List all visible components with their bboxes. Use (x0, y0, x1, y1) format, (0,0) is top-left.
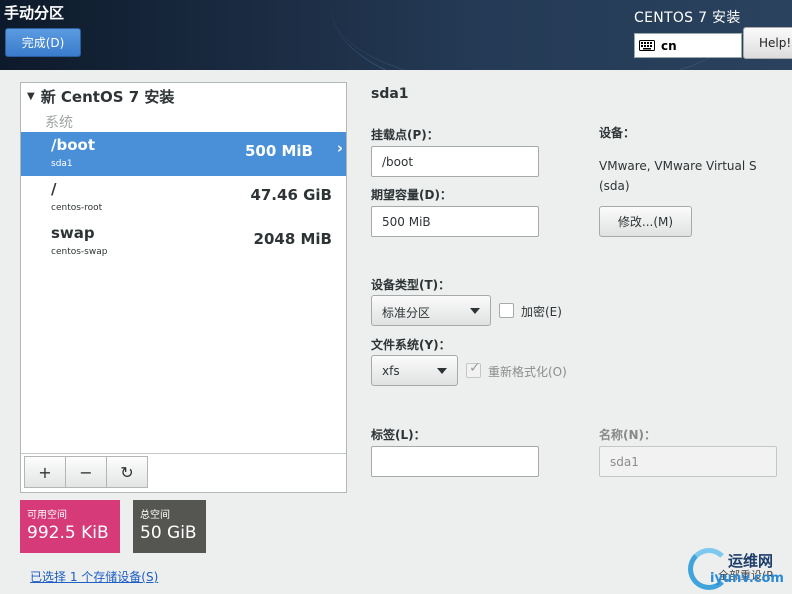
watermark-url: iyunv.com (710, 571, 784, 586)
reformat-label[interactable]: 重新格式化(O) (488, 363, 567, 380)
refresh-button[interactable]: ↻ (106, 456, 148, 488)
desired-capacity-input[interactable]: 500 MiB (371, 206, 539, 237)
mount-point-device: centos-swap (51, 247, 108, 257)
keyboard-layout-indicator[interactable]: cn (634, 33, 742, 58)
dropdown-arrow-icon (437, 368, 447, 374)
minus-icon: − (79, 462, 93, 482)
mount-point-device: sda1 (51, 159, 73, 169)
done-button[interactable]: 完成(D) (5, 28, 81, 57)
site-watermark: 全部重设(R 运维网 iyunv.com (688, 546, 792, 594)
checkmark-icon: ✓ (469, 360, 481, 376)
encrypt-checkbox[interactable] (499, 303, 514, 318)
mount-point-device: centos-root (51, 203, 103, 213)
mount-point-size: 500 MiB (244, 142, 313, 160)
available-space-value: 992.5 KiB (27, 523, 109, 543)
reformat-checkbox[interactable]: ✓ (466, 360, 481, 378)
available-space-label: 可用空间 (27, 510, 67, 521)
category-label: 系统 (45, 115, 73, 131)
mount-point-name: /boot (51, 136, 95, 154)
dropdown-arrow-icon (470, 308, 480, 314)
total-space-value: 50 GiB (140, 523, 197, 543)
device-value-line: (sda) (599, 179, 630, 193)
device-type-value: 标准分区 (382, 306, 431, 320)
watermark-text: 运维网 (728, 552, 774, 570)
mount-point-label: 挂载点(P)： (371, 128, 439, 142)
add-mount-point-button[interactable]: + (24, 456, 66, 488)
spoke-title: 手动分区 (4, 4, 65, 22)
total-space-box: 总空间 50 GiB (133, 500, 206, 553)
mount-point-list-panel: ▼ 新 CentOS 7 安装 系统 /boot sda1 500 MiB › … (20, 82, 347, 493)
toolbar-divider (21, 453, 346, 454)
remove-mount-point-button[interactable]: − (65, 456, 107, 488)
device-value: VMware, VMware Virtual S (sda) (599, 156, 757, 196)
keyboard-layout-label: cn (661, 38, 677, 53)
device-label: 设备： (599, 126, 636, 140)
mount-point-row-boot[interactable]: /boot sda1 500 MiB › (21, 132, 346, 176)
name-input[interactable]: sda1 (599, 446, 777, 477)
fs-label-input[interactable] (371, 446, 539, 477)
mount-point-row-swap[interactable]: swap centos-swap 2048 MiB (21, 220, 346, 264)
mount-point-row-root[interactable]: / centos-root 47.46 GiB (21, 176, 346, 220)
mount-point-name: swap (51, 224, 95, 242)
keyboard-icon (639, 40, 655, 51)
device-type-label: 设备类型(T)： (371, 278, 451, 292)
plus-icon: + (38, 462, 52, 482)
mount-point-size: 2048 MiB (253, 230, 332, 248)
filesystem-select[interactable]: xfs (371, 355, 458, 386)
mount-point-toolbar: + − ↻ (24, 456, 148, 490)
mount-point-name: / (51, 180, 57, 198)
mount-point-input[interactable]: /boot (371, 146, 539, 177)
partition-detail-title: sda1 (371, 86, 409, 102)
expander-arrow-icon[interactable]: ▼ (27, 91, 35, 102)
device-value-line: VMware, VMware Virtual S (599, 159, 757, 173)
device-type-select[interactable]: 标准分区 (371, 295, 491, 326)
fs-label-label: 标签(L)： (371, 428, 426, 442)
install-title: CENTOS 7 安装 (634, 10, 741, 26)
name-label: 名称(N)： (599, 428, 657, 442)
filesystem-value: xfs (382, 364, 400, 378)
chevron-right-icon: › (336, 139, 343, 157)
installation-title: 新 CentOS 7 安装 (40, 87, 175, 106)
total-space-label: 总空间 (140, 510, 170, 521)
encrypt-label[interactable]: 加密(E) (521, 303, 562, 320)
mount-point-size: 47.46 GiB (250, 186, 332, 204)
modify-device-button[interactable]: 修改...(M) (599, 206, 692, 237)
available-space-box: 可用空间 992.5 KiB (20, 500, 120, 553)
desired-capacity-label: 期望容量(D)： (371, 188, 452, 202)
refresh-icon: ↻ (120, 462, 134, 482)
installation-tree-header[interactable]: ▼ 新 CentOS 7 安装 (21, 83, 346, 109)
selected-devices-link[interactable]: 已选择 1 个存储设备(S) (30, 568, 158, 585)
filesystem-label: 文件系统(Y)： (371, 338, 451, 352)
help-button[interactable]: Help! (743, 27, 792, 59)
